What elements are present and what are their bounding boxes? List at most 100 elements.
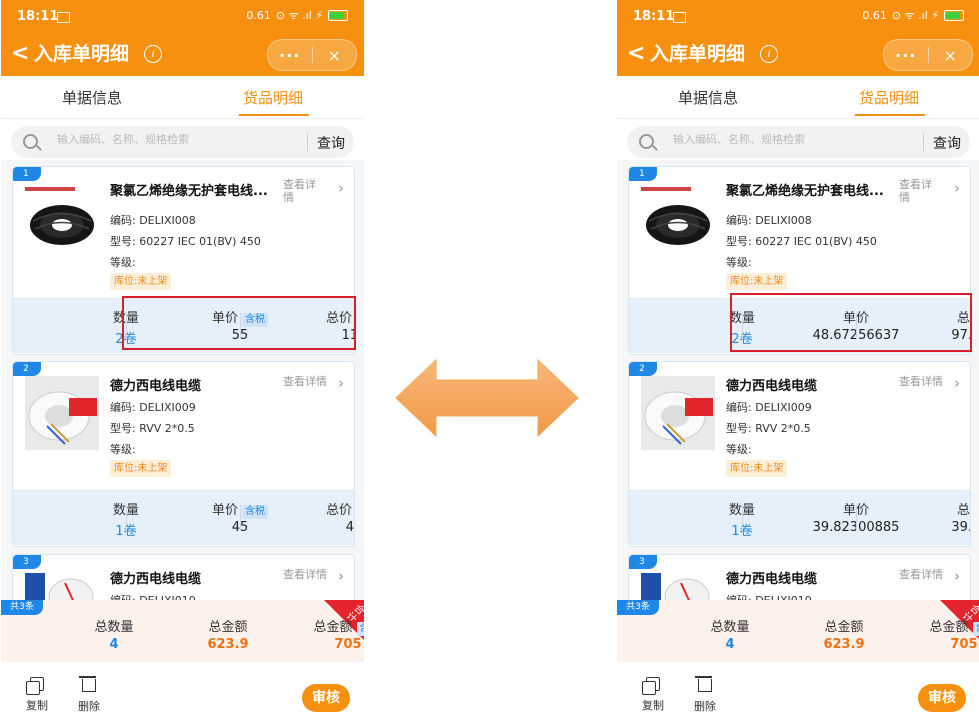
tab-goods-detail[interactable]: 货品明细	[859, 87, 919, 108]
tab-goods-detail[interactable]: 货品明细	[243, 87, 303, 108]
nav-bar: < 入库单明细 i ··· ×	[617, 34, 979, 76]
back-icon[interactable]: <	[627, 42, 645, 66]
view-detail-link[interactable]: 查看详情	[899, 375, 959, 388]
delete-button[interactable]: 删除	[690, 675, 720, 714]
item-index-badge: 2	[13, 362, 41, 376]
total-price-label: 总价	[956, 503, 970, 518]
copy-icon	[22, 677, 52, 695]
page-title: 入库单明细	[34, 43, 130, 65]
unit-price-column: 单价 39.82300885	[742, 491, 900, 545]
audit-button[interactable]: 审核	[302, 684, 350, 712]
search-button[interactable]: 查询	[317, 133, 345, 153]
goods-card[interactable]: 2 德力西电线电缆 查看详情 › 编码: DELIXI009 型号: RVV 2…	[628, 361, 971, 547]
search-bar: 查询	[627, 126, 970, 158]
net-speed: 0.61	[246, 9, 271, 22]
search-input[interactable]	[673, 134, 913, 146]
delete-label: 删除	[78, 700, 100, 713]
system-icons: 0.61 ⊙ ᯤ .ıl ⚡	[246, 8, 348, 23]
price-bar: 数量 1卷 单价含税 45 总价含税 45	[13, 490, 354, 545]
left-screenshot: 18:11 0.61 ⊙ ᯤ .ıl ⚡ < 入库单明细 i ··· × 单据信…	[1, 0, 364, 727]
total-amount-tax-value: 705	[334, 637, 362, 652]
location-tag: 库位:未上架	[726, 273, 788, 290]
goods-list: 1 聚氯乙烯绝缘无护套电线... 查看详情 › 编码: DELIXI008 型号…	[1, 160, 364, 616]
active-tab-indicator	[239, 114, 309, 116]
audit-button[interactable]: 审核	[918, 684, 966, 712]
chevron-right-icon[interactable]: ›	[338, 179, 344, 197]
chevron-right-icon[interactable]: ›	[954, 374, 960, 392]
page-title: 入库单明细	[650, 43, 746, 65]
total-qty-column: 总数量 4	[617, 600, 749, 662]
product-code: 编码: DELIXI008	[110, 214, 196, 227]
delete-label: 删除	[694, 700, 716, 713]
bottom-toolbar: 复制 删除 审核	[617, 662, 979, 727]
search-bar: 查询	[11, 126, 354, 158]
total-amount-tax-column: 总金额含税 705	[228, 600, 364, 662]
copy-button[interactable]: 复制	[22, 675, 52, 713]
location-tag: 库位:未上架	[110, 460, 172, 477]
nav-bar: < 入库单明细 i ··· ×	[1, 34, 364, 76]
chevron-right-icon[interactable]: ›	[338, 567, 344, 585]
search-icon	[639, 134, 654, 149]
status-bar: 18:11 0.61 ⊙ ᯤ .ıl ⚡	[1, 0, 364, 34]
product-code: 编码: DELIXI009	[110, 401, 196, 414]
product-name: 聚氯乙烯绝缘无护套电线...	[110, 184, 268, 199]
product-name: 德力西电线电缆	[110, 572, 202, 587]
search-input[interactable]	[57, 134, 297, 146]
qty-column: 数量 2卷	[13, 299, 139, 353]
view-detail-link[interactable]: 查看详情	[283, 178, 323, 204]
chevron-right-icon[interactable]: ›	[954, 567, 960, 585]
product-image-white-cable	[25, 376, 99, 450]
battery-icon	[944, 10, 964, 21]
more-icon[interactable]: ···	[268, 46, 312, 65]
price-bar: 数量 1卷 单价 39.82300885 总价 39.82	[629, 490, 970, 545]
total-amount-tax-column: 总金额含税 705	[844, 600, 979, 662]
summary-bar: 共3条 合计 总数量 4 总金额 623.9 总金额含税 705	[617, 600, 979, 662]
chevron-right-icon[interactable]: ›	[954, 179, 960, 197]
tab-document-info[interactable]: 单据信息	[678, 87, 738, 108]
location-tag: 库位:未上架	[110, 273, 172, 290]
net-speed: 0.61	[862, 9, 887, 22]
total-amount-tax-label: 总金额含税	[904, 616, 979, 636]
product-grade: 等级:	[110, 443, 136, 456]
view-detail-link[interactable]: 查看详情	[899, 568, 959, 581]
view-detail-link[interactable]: 查看详情	[899, 178, 939, 204]
more-icon[interactable]: ···	[884, 46, 928, 65]
unit-price-column: 单价含税 45	[126, 491, 268, 545]
goods-card[interactable]: 2 德力西电线电缆 查看详情 › 编码: DELIXI009 型号: RVV 2…	[12, 361, 355, 547]
info-icon[interactable]: i	[760, 45, 778, 63]
copy-button[interactable]: 复制	[638, 675, 668, 713]
view-detail-link[interactable]: 查看详情	[283, 375, 343, 388]
total-price-column: 总价 39.82	[856, 491, 970, 545]
tax-included-badge: 含税	[356, 622, 364, 636]
product-image-cable-coil	[25, 181, 99, 255]
total-amount-tax-text: 总金额	[929, 620, 969, 635]
tab-bar: 单据信息 货品明细	[1, 76, 364, 119]
status-time: 18:11	[17, 9, 59, 24]
view-detail-link[interactable]: 查看详情	[283, 568, 343, 581]
location-tag: 库位:未上架	[726, 460, 788, 477]
total-amount-column: 总金额 623.9	[730, 600, 864, 662]
product-model: 型号: RVV 2*0.5	[726, 422, 811, 435]
total-price-value: 45	[345, 520, 354, 535]
product-image-cable-coil	[641, 181, 715, 255]
chevron-right-icon[interactable]: ›	[338, 374, 344, 392]
search-button[interactable]: 查询	[933, 133, 961, 153]
total-price-value: 39.82	[951, 520, 970, 535]
product-name: 德力西电线电缆	[726, 572, 818, 587]
goods-list: 1 聚氯乙烯绝缘无护套电线... 查看详情 › 编码: DELIXI008 型号…	[617, 160, 979, 616]
delete-button[interactable]: 删除	[74, 675, 104, 714]
back-icon[interactable]: <	[11, 42, 29, 66]
search-icon	[23, 134, 38, 149]
close-icon[interactable]: ×	[929, 46, 973, 65]
total-amount-tax-value: 705	[950, 637, 978, 652]
unit-price-text: 单价	[211, 503, 238, 518]
qty-column: 数量 1卷	[629, 491, 755, 545]
close-icon[interactable]: ×	[313, 46, 357, 65]
product-image-white-cable	[641, 376, 715, 450]
product-model: 型号: 60227 IEC 01(BV) 450	[726, 235, 877, 248]
info-icon[interactable]: i	[144, 45, 162, 63]
product-model: 型号: RVV 2*0.5	[110, 422, 195, 435]
product-name: 聚氯乙烯绝缘无护套电线...	[726, 184, 884, 199]
tab-document-info[interactable]: 单据信息	[62, 87, 122, 108]
signal-icons: ⊙ ᯤ .ıl ⚡	[891, 9, 939, 22]
